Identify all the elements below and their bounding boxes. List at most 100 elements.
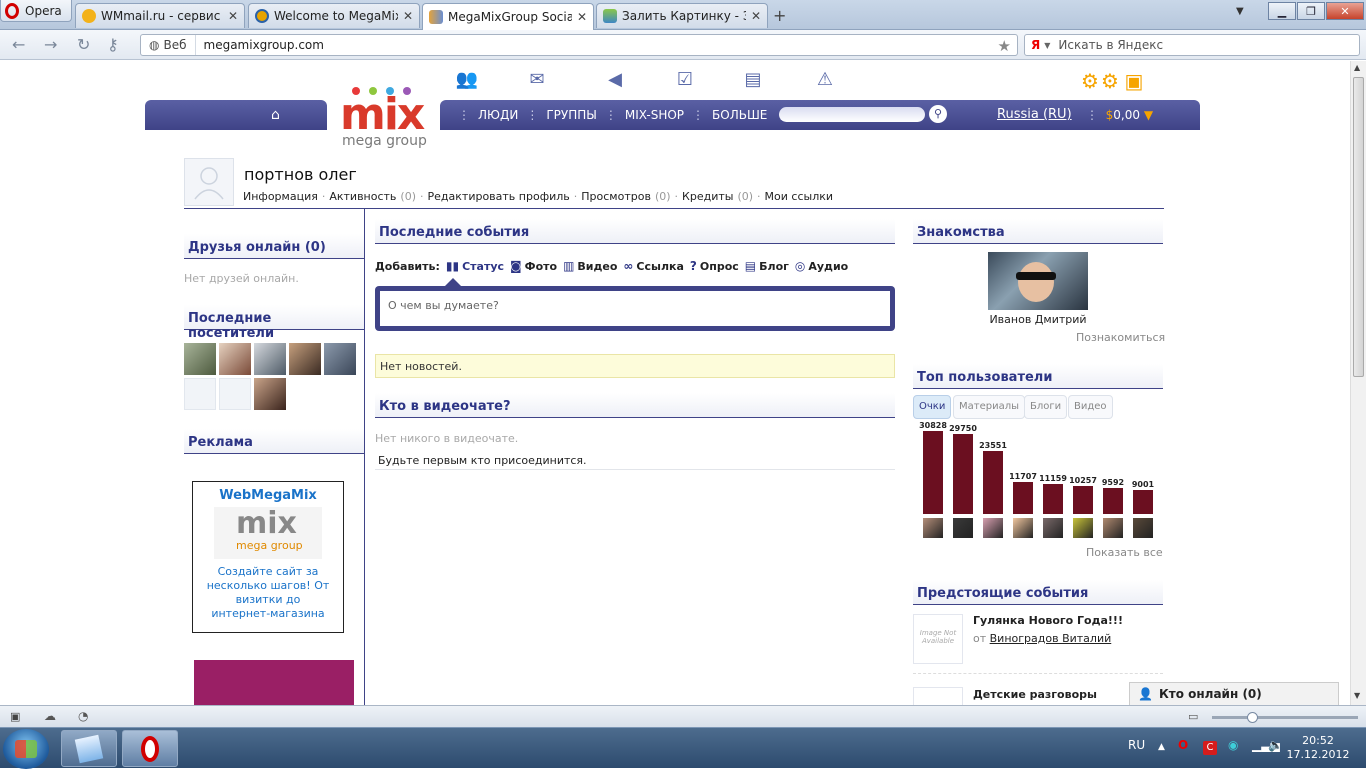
event-image-placeholder[interactable]: Image Not Available: [913, 614, 963, 664]
settings-gear-small-icon[interactable]: ⚙: [1098, 69, 1122, 93]
tab-list-chevron-down-icon[interactable]: ▼: [1236, 6, 1244, 17]
event-author-link[interactable]: Виноградов Виталий: [990, 632, 1112, 645]
add-video-option[interactable]: ▥ Видео: [563, 259, 617, 273]
zoom-slider-handle[interactable]: [1247, 712, 1258, 723]
url-text[interactable]: megamixgroup.com: [196, 38, 324, 52]
page-scrollbar[interactable]: ▲ ▼: [1350, 61, 1366, 705]
opera-unite-cloud-icon[interactable]: ☁: [44, 709, 56, 723]
bookmark-star-icon[interactable]: ★: [998, 37, 1011, 55]
top-tab-materials[interactable]: Материалы: [953, 395, 1025, 419]
browser-tab-megamix-welcome[interactable]: Welcome to MegaMix... ✕: [248, 3, 420, 28]
friends-icon[interactable]: 👥: [455, 69, 479, 91]
status-input[interactable]: О чем вы думаете?: [380, 291, 890, 326]
dating-name[interactable]: Иванов Дмитрий: [913, 313, 1163, 326]
home-icon[interactable]: ⌂: [271, 107, 280, 123]
top-user-avatar[interactable]: [923, 518, 943, 538]
news-icon[interactable]: ▤: [741, 69, 765, 91]
top-tab-blogs[interactable]: Блоги: [1024, 395, 1068, 419]
dating-photo[interactable]: [988, 252, 1088, 310]
volume-icon[interactable]: 🔈: [1268, 738, 1283, 752]
add-poll-option[interactable]: ? Опрос: [690, 259, 739, 273]
visitor-avatar-placeholder[interactable]: [184, 378, 216, 410]
url-field[interactable]: ◍ Веб megamixgroup.com ★: [140, 34, 1018, 56]
event-title[interactable]: Детские разговоры: [973, 688, 1097, 701]
profile-link-my-links[interactable]: Мои ссылки: [765, 190, 833, 203]
opera-menu-button[interactable]: Opera: [0, 0, 72, 22]
menu-item-more[interactable]: БОЛЬШЕ: [712, 108, 767, 122]
profile-link-credits[interactable]: Кредиты: [682, 190, 733, 203]
add-photo-option[interactable]: ◙ Фото: [510, 259, 557, 273]
visitor-avatar[interactable]: [254, 343, 286, 375]
visitor-avatar[interactable]: [289, 343, 321, 375]
key-icon[interactable]: ⚷: [107, 35, 119, 54]
top-tab-video[interactable]: Видео: [1068, 395, 1113, 419]
show-all-link[interactable]: Показать все: [1086, 546, 1163, 559]
alerts-icon[interactable]: ⚠: [813, 69, 837, 91]
web-security-badge[interactable]: ◍ Веб: [141, 35, 196, 55]
antivirus-tray-icon[interactable]: C: [1203, 741, 1217, 755]
top-user-avatar[interactable]: [1013, 518, 1033, 538]
menu-item-mix-shop[interactable]: MIX-SHOP: [625, 108, 684, 122]
cart-dropdown-icon[interactable]: ▼: [1144, 108, 1153, 122]
keyboard-language[interactable]: RU: [1128, 738, 1145, 752]
toolbox-icon[interactable]: ▣: [1122, 69, 1146, 93]
top-user-avatar[interactable]: [1043, 518, 1063, 538]
visitor-avatar[interactable]: [184, 343, 216, 375]
browser-tab-wmmail[interactable]: WMmail.ru - сервис п... ✕: [75, 3, 245, 28]
profile-link-edit[interactable]: Редактировать профиль: [428, 190, 570, 203]
close-tab-icon[interactable]: ✕: [228, 9, 238, 23]
dating-meet-link[interactable]: Познакомиться: [1076, 331, 1165, 344]
turbo-icon[interactable]: ◔: [78, 709, 88, 723]
zoom-slider[interactable]: [1212, 716, 1358, 719]
close-tab-icon[interactable]: ✕: [403, 9, 413, 23]
ad-banner[interactable]: [194, 660, 354, 705]
search-field[interactable]: Я ▼ Искать в Яндекс: [1024, 34, 1360, 56]
who-online-bar[interactable]: 👤 Кто онлайн (0): [1129, 682, 1339, 705]
menu-item-people[interactable]: ЛЮДИ: [478, 108, 518, 122]
system-clock[interactable]: 20:52 17.12.2012: [1283, 734, 1353, 762]
search-engine-chevron-icon[interactable]: ▼: [1044, 41, 1058, 50]
profile-link-activity[interactable]: Активность: [329, 190, 396, 203]
site-search-icon[interactable]: ⚲: [929, 105, 947, 123]
top-user-avatar[interactable]: [1103, 518, 1123, 538]
visitor-avatar-placeholder[interactable]: [219, 378, 251, 410]
profile-link-views[interactable]: Просмотров: [581, 190, 651, 203]
event-image-placeholder[interactable]: [913, 687, 963, 705]
visitor-avatar[interactable]: [254, 378, 286, 410]
new-tab-icon[interactable]: +: [773, 6, 786, 25]
scroll-up-icon[interactable]: ▲: [1354, 63, 1360, 72]
site-search-input[interactable]: [779, 107, 925, 122]
panel-toggle-icon[interactable]: ▣: [10, 710, 20, 723]
restore-window-button[interactable]: ❐: [1297, 2, 1325, 20]
event-title[interactable]: Гулянка Нового Года!!!: [973, 614, 1123, 627]
opera-taskbar-button[interactable]: [122, 730, 178, 767]
forward-arrow-icon[interactable]: →: [44, 35, 57, 54]
close-tab-icon[interactable]: ✕: [751, 9, 761, 23]
add-blog-option[interactable]: ▤ Блог: [745, 259, 789, 273]
add-link-option[interactable]: ∞ Ссылка: [623, 259, 684, 273]
back-arrow-icon[interactable]: ←: [12, 35, 25, 54]
tasks-icon[interactable]: ☑: [673, 69, 697, 91]
close-tab-icon[interactable]: ✕: [577, 10, 587, 24]
scroll-down-icon[interactable]: ▼: [1354, 691, 1360, 700]
add-status-option[interactable]: ▮▮ Статус: [446, 259, 504, 273]
close-window-button[interactable]: ✕: [1326, 2, 1364, 20]
top-tab-points[interactable]: Очки: [913, 395, 952, 419]
ad-webmegamix[interactable]: WebMegaMix mix mega group Создайте сайт …: [192, 481, 344, 633]
language-selector[interactable]: Russia (RU): [997, 107, 1072, 122]
visitor-avatar[interactable]: [219, 343, 251, 375]
zoom-view-icon[interactable]: ▭: [1188, 710, 1198, 723]
top-user-avatar[interactable]: [1133, 518, 1153, 538]
site-logo[interactable]: mix mega group: [340, 87, 430, 151]
user-avatar[interactable]: [184, 158, 234, 206]
show-desktop-taskbar-button[interactable]: [61, 730, 117, 767]
top-user-avatar[interactable]: [1073, 518, 1093, 538]
tray-expand-icon[interactable]: ▲: [1158, 742, 1165, 752]
top-user-avatar[interactable]: [953, 518, 973, 538]
messages-icon[interactable]: ✉: [525, 69, 549, 91]
opera-tray-icon[interactable]: O: [1178, 738, 1188, 752]
notifications-icon[interactable]: ◀: [603, 69, 627, 91]
browser-tab-upload-image[interactable]: Залить Картинку - Заг... ✕: [596, 3, 768, 28]
menu-item-groups[interactable]: ГРУППЫ: [546, 108, 597, 122]
visitor-avatar[interactable]: [324, 343, 356, 375]
